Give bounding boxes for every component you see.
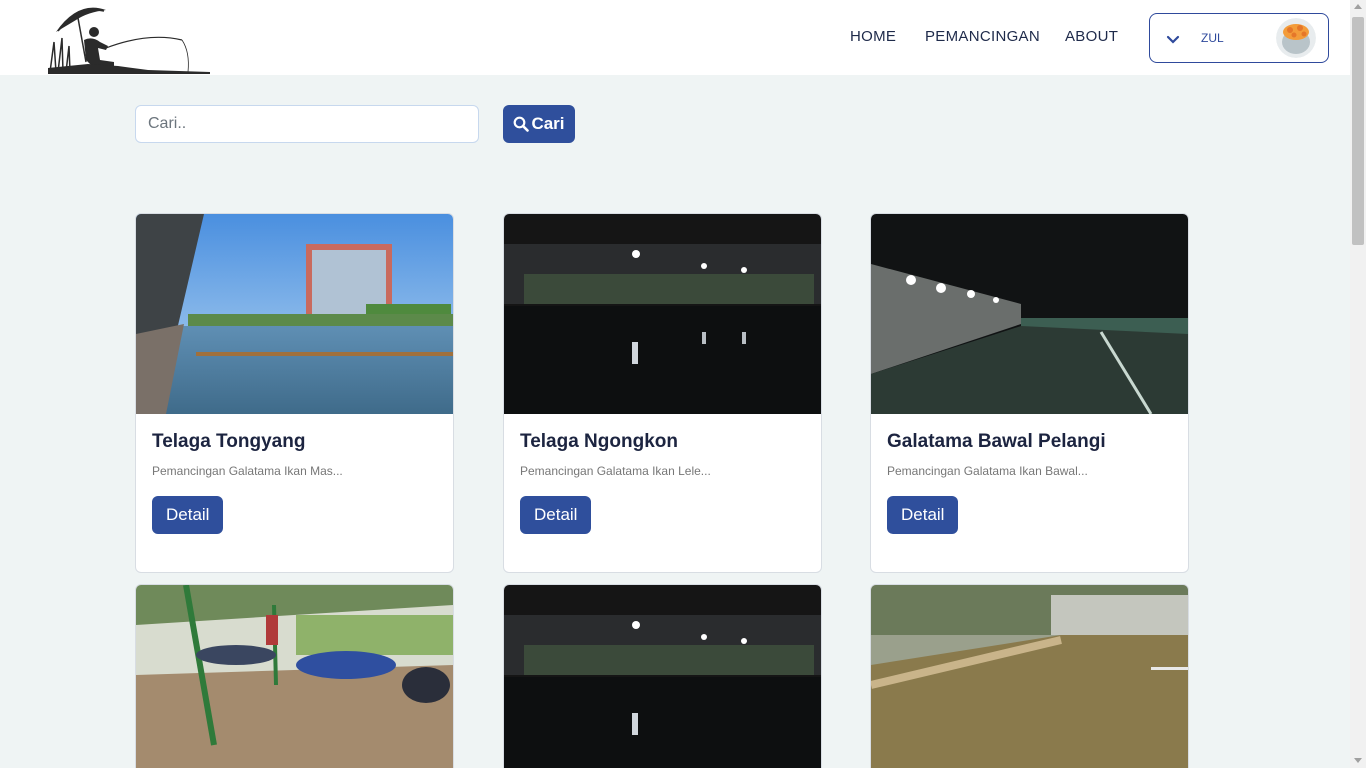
avatar (1276, 18, 1316, 58)
card-telaga-tongyang: Telaga Tongyang Pemancingan Galatama Ika… (135, 213, 454, 573)
nav-about-link[interactable]: ABOUT (1065, 28, 1118, 45)
detail-button[interactable]: Detail (152, 496, 224, 534)
user-name: ZUL (1201, 31, 1224, 45)
card-image[interactable] (504, 585, 821, 768)
card-image[interactable] (871, 585, 1188, 768)
card-fishing-spot-4 (135, 584, 454, 768)
card-description: Pemancingan Galatama Ikan Lele... (520, 464, 711, 478)
scrollbar-thumb[interactable] (1352, 17, 1364, 245)
user-dropdown[interactable]: ZUL (1149, 13, 1329, 63)
card-title: Telaga Tongyang (152, 431, 306, 452)
detail-button[interactable]: Detail (887, 496, 959, 534)
chevron-down-icon (1166, 35, 1180, 44)
search-icon (514, 116, 530, 132)
card-fishing-spot-5 (503, 584, 822, 768)
detail-button[interactable]: Detail (520, 496, 592, 534)
card-image[interactable] (136, 585, 453, 768)
card-title: Galatama Bawal Pelangi (887, 431, 1106, 452)
nav-home-link[interactable]: HOME (850, 28, 896, 45)
search-input[interactable] (135, 105, 479, 143)
navbar: HOME PEMANCINGAN ABOUT ZUL (0, 0, 1350, 75)
card-fishing-spot-6 (870, 584, 1189, 768)
card-description: Pemancingan Galatama Ikan Mas... (152, 464, 343, 478)
search-button[interactable]: Cari (503, 105, 575, 143)
card-image[interactable] (871, 214, 1188, 414)
scroll-down-arrow-icon[interactable] (1354, 758, 1362, 763)
card-image[interactable] (504, 214, 821, 414)
card-title: Telaga Ngongkon (520, 431, 678, 452)
card-description: Pemancingan Galatama Ikan Bawal... (887, 464, 1088, 478)
card-galatama-bawal-pelangi: Galatama Bawal Pelangi Pemancingan Galat… (870, 213, 1189, 573)
nav-pemancingan-link[interactable]: PEMANCINGAN (925, 28, 1040, 45)
card-telaga-ngongkon: Telaga Ngongkon Pemancingan Galatama Ika… (503, 213, 822, 573)
card-image[interactable] (136, 214, 453, 414)
scroll-up-arrow-icon[interactable] (1354, 4, 1362, 9)
search-button-label: Cari (531, 114, 565, 133)
fisherman-logo[interactable] (48, 2, 210, 74)
